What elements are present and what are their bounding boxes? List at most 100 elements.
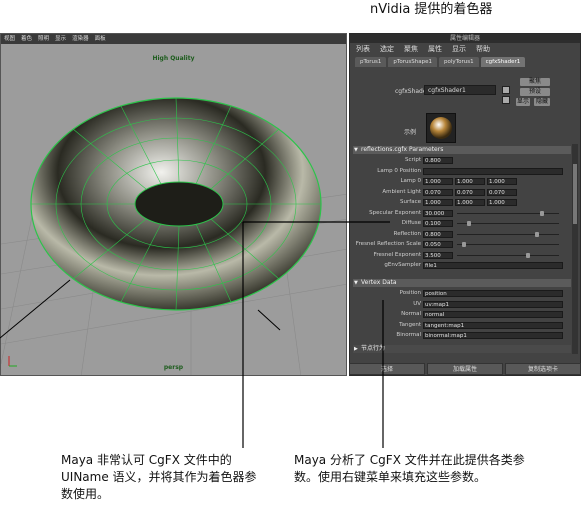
figure-title: nVidia 提供的着色器: [370, 2, 493, 17]
shader-name-field[interactable]: cgfxShader1: [424, 85, 496, 95]
viewport-menu-panels[interactable]: 面板: [95, 34, 106, 44]
param-value-field[interactable]: 0.800: [423, 230, 453, 238]
param-label: Diffuse: [401, 220, 421, 226]
vertex-value-field[interactable]: binormal:map1: [423, 332, 563, 339]
param-row: gEnvSampler file1: [353, 261, 571, 270]
vertex-label: Normal: [401, 311, 421, 317]
vertex-row: Binormal binormal:map1: [353, 331, 571, 340]
param-row: Surface 1.000 1.000 1.000: [353, 198, 571, 207]
section-node-behavior[interactable]: 节点行为: [353, 345, 571, 353]
param-value-field[interactable]: 1.000: [455, 178, 485, 185]
ae-header: cgfxShader: cgfxShader1 聚焦 预设 显示 隐藏 示例: [350, 67, 580, 143]
ae-menu-selected[interactable]: 选定: [380, 43, 394, 55]
ae-scroll-thumb[interactable]: [573, 164, 577, 224]
ae-titlebar: 属性编辑器: [350, 34, 580, 43]
input-connection-icon[interactable]: [502, 86, 510, 94]
ae-menu-help[interactable]: 帮助: [476, 43, 490, 55]
camera-label: persp: [163, 364, 184, 371]
param-value-field[interactable]: 0.050: [423, 241, 453, 248]
viewport-menu-renderer[interactable]: 渲染器: [72, 34, 89, 44]
show-button[interactable]: 显示: [516, 98, 530, 106]
select-button[interactable]: 选择: [349, 363, 425, 375]
viewport-menu-lighting[interactable]: 照明: [38, 34, 49, 44]
tab-polytorus1[interactable]: polyTorus1: [439, 57, 479, 67]
param-slider-handle[interactable]: [461, 242, 466, 247]
param-value-field[interactable]: 30.000: [423, 209, 453, 217]
param-value-field[interactable]: 1.000: [487, 178, 517, 185]
param-value-field[interactable]: [423, 167, 563, 175]
param-label: Specular Exponent: [369, 209, 421, 216]
vertex-value-field[interactable]: tangent:map1: [423, 321, 563, 329]
vertex-label: Position: [399, 290, 421, 296]
output-connection-icon[interactable]: [502, 96, 510, 104]
param-slider-handle[interactable]: [466, 221, 471, 226]
vertex-row: UV uv:map1: [353, 300, 571, 309]
sample-label: 示例: [404, 129, 417, 136]
param-slider-handle[interactable]: [525, 252, 530, 258]
vertex-value-field[interactable]: normal: [423, 311, 563, 318]
param-slider[interactable]: [457, 244, 559, 245]
viewport-menu-show[interactable]: 显示: [55, 34, 66, 44]
ae-menubar: 列表 选定 聚焦 属性 显示 帮助: [350, 43, 580, 55]
torus-hole: [134, 181, 224, 227]
param-label: Script: [405, 157, 421, 163]
param-row: Reflection 0.800: [353, 230, 571, 239]
param-row: Specular Exponent 30.000: [353, 209, 571, 218]
quality-label: High Quality: [152, 55, 195, 62]
focus-button[interactable]: 聚焦: [520, 78, 550, 86]
param-label: gEnvSampler: [384, 262, 421, 268]
param-value-field[interactable]: 1.000: [487, 199, 517, 206]
param-value-field[interactable]: 3.500: [423, 251, 453, 259]
param-row: Script 0.800: [353, 156, 571, 165]
vertex-value-field[interactable]: position: [423, 290, 563, 297]
tab-ptorusshape1[interactable]: pTorusShape1: [388, 57, 438, 67]
presets-button[interactable]: 预设: [520, 88, 550, 96]
note-uiname: Maya 非常认可 CgFX 文件中的 UIName 语义，并将其作为着色器参数…: [61, 453, 257, 501]
param-value-field[interactable]: 0.800: [423, 157, 453, 164]
param-row: Diffuse 0.100: [353, 219, 571, 228]
vertex-row: Position position: [353, 289, 571, 298]
vertex-label: Tangent: [399, 321, 421, 328]
sample-sphere-icon: [430, 117, 452, 139]
param-slider[interactable]: [457, 254, 559, 256]
ae-menu-list[interactable]: 列表: [356, 43, 370, 55]
section-reflections-params[interactable]: reflections.cgfx Parameters: [353, 146, 571, 154]
hide-button[interactable]: 隐藏: [534, 98, 550, 106]
vertex-value-field[interactable]: uv:map1: [423, 300, 563, 308]
load-attributes-button[interactable]: 加载属性: [427, 363, 503, 375]
ae-menu-show[interactable]: 显示: [452, 43, 466, 55]
param-value-field[interactable]: 1.000: [423, 178, 453, 185]
viewport-menu-view[interactable]: 视图: [4, 34, 15, 44]
param-label: Surface: [400, 199, 421, 205]
torus-scene: [1, 97, 346, 375]
ae-bottom-bar: 选择 加载属性 复制选项卡: [349, 363, 581, 375]
param-label: Ambient Light: [382, 188, 421, 195]
attribute-editor: 属性编辑器 列表 选定 聚焦 属性 显示 帮助 pTorus1 pTorusSh…: [349, 33, 581, 376]
ae-menu-focus[interactable]: 聚焦: [404, 43, 418, 55]
param-value-field[interactable]: 0.070: [487, 188, 517, 196]
viewport-menu-shading[interactable]: 着色: [21, 34, 32, 44]
tab-cgfxshader1[interactable]: cgfxShader1: [480, 57, 526, 67]
param-label: Lamp 0: [400, 178, 421, 184]
vertex-label: Binormal: [396, 332, 421, 338]
tab-ptorus1[interactable]: pTorus1: [355, 57, 387, 67]
sample-swatch: [426, 113, 456, 143]
param-value-field[interactable]: 1.000: [423, 199, 453, 206]
param-value-field[interactable]: file1: [423, 262, 563, 269]
copy-tab-button[interactable]: 复制选项卡: [505, 363, 581, 375]
param-slider-handle[interactable]: [535, 231, 540, 237]
param-slider[interactable]: [457, 223, 559, 224]
ae-scrollbar[interactable]: [572, 144, 578, 354]
ae-menu-attributes[interactable]: 属性: [428, 43, 442, 55]
param-value-field[interactable]: 0.070: [423, 188, 453, 196]
param-label: Fresnel Reflection Scale: [355, 241, 421, 247]
param-value-field[interactable]: 0.070: [455, 188, 485, 196]
param-value-field[interactable]: 1.000: [455, 199, 485, 206]
note-parameters: Maya 分析了 CgFX 文件并在此提供各类参数。使用右键菜单来填充这些参数。: [294, 453, 525, 484]
param-value-field[interactable]: 0.100: [423, 220, 453, 227]
param-row: Fresnel Exponent 3.500: [353, 251, 571, 260]
3d-viewport[interactable]: 视图 着色 照明 显示 渲染器 面板 High Quality persp: [0, 33, 347, 376]
param-slider-handle[interactable]: [540, 210, 545, 216]
section-vertex-data[interactable]: Vertex Data: [353, 279, 571, 287]
param-slider[interactable]: [457, 233, 559, 235]
